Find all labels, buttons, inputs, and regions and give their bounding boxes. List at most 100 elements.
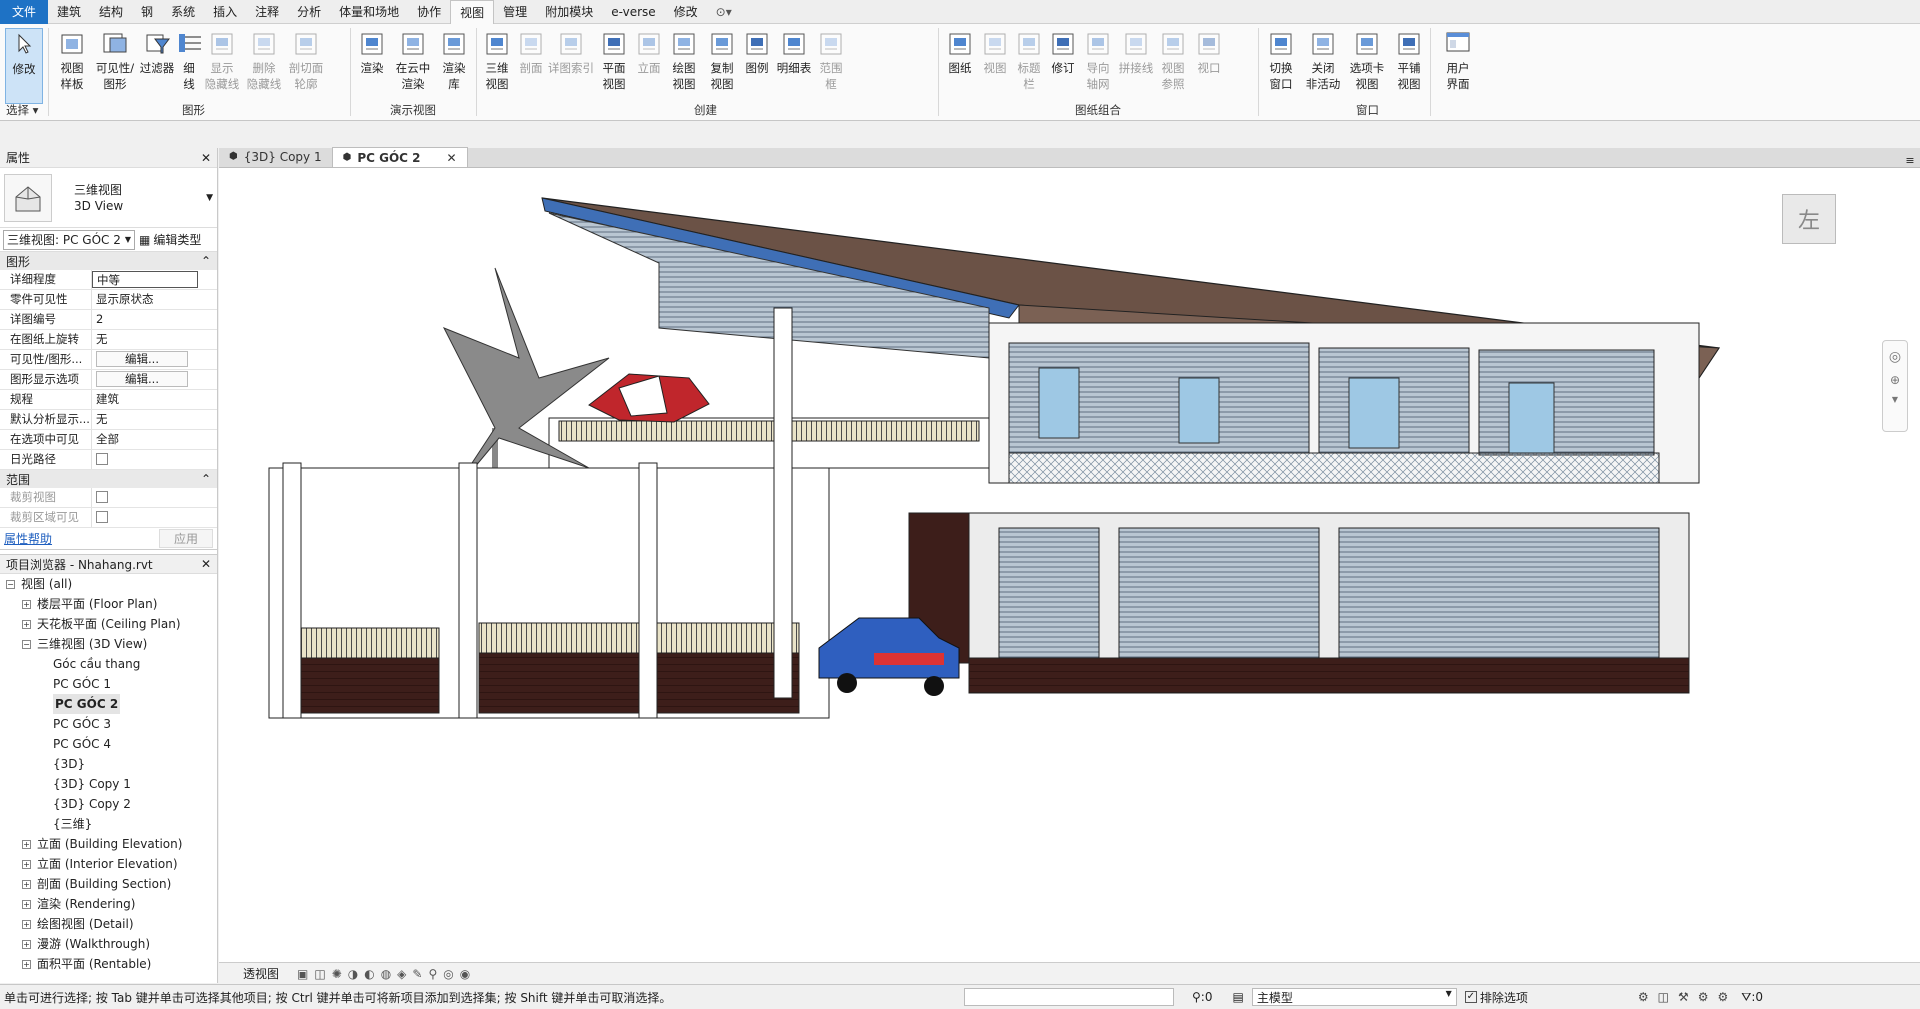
presentation-button-2[interactable]: 渲染 库	[436, 28, 472, 104]
type-selector[interactable]: 三维视图 3D View ▼	[0, 168, 217, 228]
checkbox[interactable]	[96, 510, 108, 523]
expand-icon[interactable]: +	[22, 959, 31, 969]
browser-item[interactable]: + 剖面 (Building Section)	[0, 874, 217, 894]
menu-tab-5[interactable]: 插入	[204, 0, 246, 24]
property-row[interactable]: 默认分析显示... 无	[0, 410, 217, 430]
view-control-icons[interactable]: ▣◫✺◑◐◍◈✎⚲◎◉	[297, 967, 476, 981]
presentation-button-1[interactable]: 在云中 渲染	[392, 28, 434, 104]
property-value[interactable]: 中等	[92, 271, 198, 288]
steering-wheel-icon[interactable]: ◎	[1889, 349, 1901, 365]
property-row[interactable]: 可见性/图形... 编辑...	[0, 350, 217, 370]
graphics-button-5[interactable]: 删除 隐藏线	[244, 28, 284, 104]
menu-tab-0[interactable]: 文件	[0, 0, 49, 24]
property-row[interactable]: 裁剪区域可见	[0, 508, 217, 528]
window-button-0[interactable]: 切换 窗口	[1262, 28, 1300, 104]
graphics-button-1[interactable]: 可见性/ 图形	[94, 28, 136, 104]
menu-tab-1[interactable]: 建筑	[48, 0, 90, 24]
drawing-area[interactable]: 左 ◎ ⊕ ▼	[219, 168, 1920, 970]
browser-item[interactable]: + 漫游 (Walkthrough)	[0, 934, 217, 954]
property-row[interactable]: 日光路径	[0, 450, 217, 470]
create-button-5[interactable]: 绘图 视图	[666, 28, 702, 104]
sheet-button-5[interactable]: 拼接线	[1118, 28, 1154, 104]
filter-icon[interactable]: ⛛	[1741, 990, 1751, 1005]
menu-tab-12[interactable]: 附加模块	[536, 0, 602, 24]
create-button-8[interactable]: 明细表	[774, 28, 814, 104]
browser-item[interactable]: + 绘图视图 (Detail)	[0, 914, 217, 934]
graphics-button-0[interactable]: 视图 样板	[52, 28, 92, 104]
create-button-7[interactable]: 图例	[742, 28, 772, 104]
collapse-icon[interactable]: −	[22, 639, 31, 649]
property-value[interactable]: 无	[92, 330, 198, 349]
menu-tab-9[interactable]: 协作	[408, 0, 450, 24]
collapse-icon[interactable]: −	[6, 579, 15, 589]
expand-icon[interactable]: +	[22, 899, 31, 909]
panel-select-label[interactable]: 选择 ▾	[6, 102, 38, 118]
graphics-button-4[interactable]: 显示 隐藏线	[202, 28, 242, 104]
expand-icon[interactable]: +	[22, 939, 31, 949]
tab-3d-copy-1[interactable]: ⬢ {3D} Copy 1	[219, 147, 332, 167]
browser-item[interactable]: PC GÓC 4	[0, 734, 217, 754]
properties-help-link[interactable]: 属性帮助	[4, 530, 52, 547]
browser-item[interactable]: + 立面 (Interior Elevation)	[0, 854, 217, 874]
menu-tab-3[interactable]: 钢	[132, 0, 162, 24]
graphics-button-6[interactable]: 剖切面 轮廓	[286, 28, 326, 104]
sheet-button-0[interactable]: 图纸	[942, 28, 978, 104]
sheet-button-7[interactable]: 视口	[1192, 28, 1226, 104]
apply-button[interactable]: 应用	[158, 529, 213, 548]
property-row[interactable]: 详图编号 2	[0, 310, 217, 330]
property-row[interactable]: 在图纸上旋转无	[0, 330, 217, 350]
view-selector[interactable]: 三维视图: PC GÓC 2 ▼	[3, 229, 135, 250]
menu-tab-2[interactable]: 结构	[90, 0, 132, 24]
property-row[interactable]: 在选项中可见 全部	[0, 430, 217, 450]
create-button-3[interactable]: 平面 视图	[596, 28, 632, 104]
graphics-button-3[interactable]: 细 线	[178, 28, 201, 104]
browser-item[interactable]: {3D}	[0, 754, 217, 774]
graphics-button-2[interactable]: 过滤器	[138, 28, 176, 104]
property-value[interactable]: 编辑...	[92, 350, 198, 369]
browser-item[interactable]: PC GÓC 3	[0, 714, 217, 734]
section-extents[interactable]: 范围 ⌃	[0, 470, 217, 488]
property-value[interactable]: 2	[92, 310, 198, 329]
close-icon[interactable]: ✕	[447, 148, 457, 168]
create-button-0[interactable]: 三维 视图	[480, 28, 514, 104]
menu-tab-14[interactable]: 修改	[665, 0, 707, 24]
user-interface-button[interactable]: 用户 界面	[1438, 28, 1478, 104]
menu-tab-11[interactable]: 管理	[494, 0, 536, 24]
sheet-button-1[interactable]: 视图	[980, 28, 1010, 104]
edit-button[interactable]: 编辑...	[96, 371, 188, 387]
sheet-button-4[interactable]: 导向 轴网	[1080, 28, 1116, 104]
expand-icon[interactable]: +	[22, 919, 31, 929]
property-value[interactable]	[92, 488, 198, 507]
chevron-down-icon[interactable]: ▼	[1892, 395, 1898, 404]
property-row[interactable]: 零件可见性 显示原状态	[0, 290, 217, 310]
property-row[interactable]: 裁剪视图	[0, 488, 217, 508]
tab-pc-goc-2[interactable]: ⬢ PC GÓC 2 ✕	[331, 147, 468, 168]
exclude-options-checkbox[interactable]: ✓ 排除选项	[1464, 989, 1528, 1006]
property-value[interactable]: 全部	[92, 430, 198, 449]
chevron-down-icon[interactable]: ▼	[206, 193, 213, 203]
edit-type-button[interactable]: ▦ 编辑类型	[139, 231, 201, 248]
workset-selector[interactable]	[964, 988, 1174, 1006]
window-button-1[interactable]: 关闭 非活动	[1302, 28, 1344, 104]
browser-item[interactable]: + 立面 (Building Elevation)	[0, 834, 217, 854]
browser-item[interactable]: Góc cầu thang	[0, 654, 217, 674]
close-icon[interactable]: ✕	[201, 151, 211, 165]
menu-tab-13[interactable]: e-verse	[602, 0, 664, 24]
browser-item[interactable]: − 视图 (all)	[0, 574, 217, 594]
modify-button[interactable]: 修改	[5, 28, 43, 104]
section-graphics[interactable]: 图形 ⌃	[0, 252, 217, 270]
property-value[interactable]: 建筑	[92, 390, 198, 409]
menu-tab-4[interactable]: 系统	[162, 0, 204, 24]
menu-tab-7[interactable]: 分析	[288, 0, 330, 24]
projection-label[interactable]: 透视图	[243, 965, 279, 982]
building-3d-view[interactable]	[219, 168, 1920, 962]
expand-icon[interactable]: +	[22, 619, 31, 629]
view-cube[interactable]: 左	[1782, 194, 1836, 244]
create-button-1[interactable]: 剖面	[516, 28, 546, 104]
property-value[interactable]	[92, 508, 198, 527]
browser-item[interactable]: {三维}	[0, 814, 217, 834]
model-selector[interactable]: 主模型 ▼	[1251, 988, 1457, 1006]
property-row[interactable]: 图形显示选项 编辑...	[0, 370, 217, 390]
checkbox[interactable]	[96, 452, 108, 465]
browser-item[interactable]: + 天花板平面 (Ceiling Plan)	[0, 614, 217, 634]
